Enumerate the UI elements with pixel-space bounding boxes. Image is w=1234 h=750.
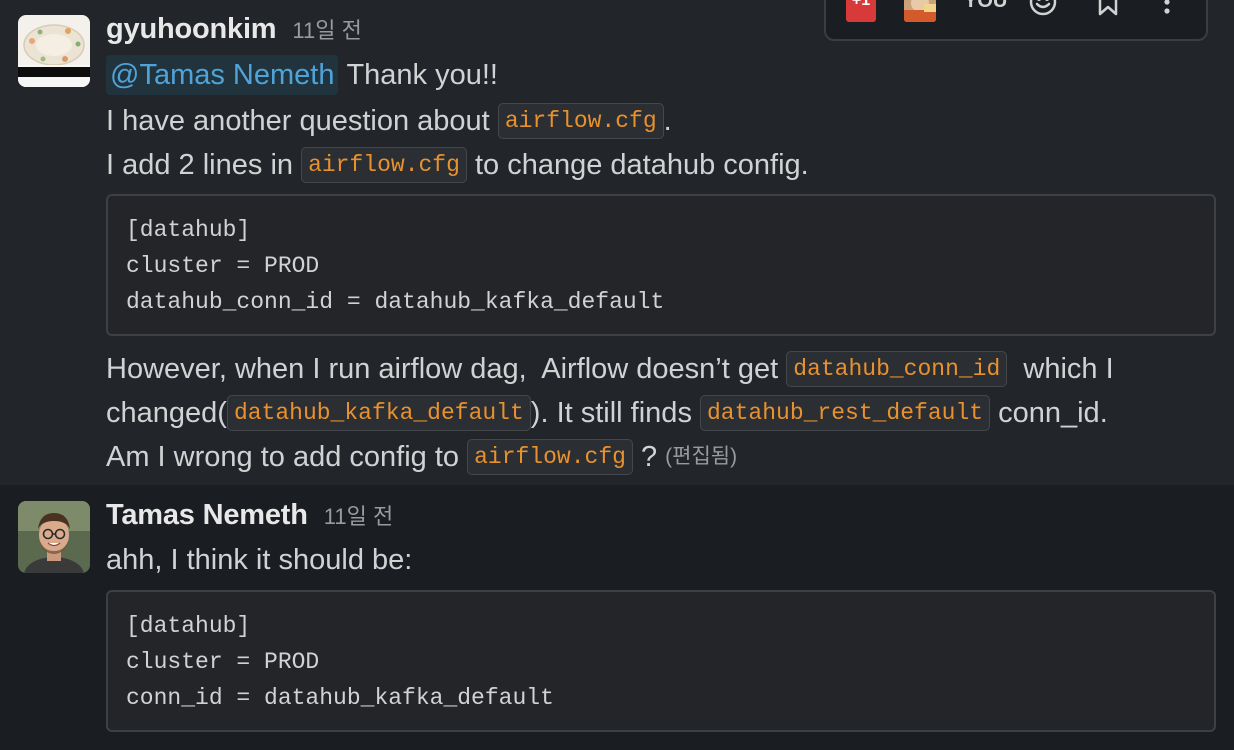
message-text: . xyxy=(663,105,672,137)
code-block: [datahub] cluster = PROD datahub_conn_id… xyxy=(106,194,1216,336)
message-text: I have another question about xyxy=(106,105,498,137)
user-mention[interactable]: @Tamas Nemeth xyxy=(106,55,339,95)
code-line: cluster = PROD xyxy=(126,649,320,675)
message-line: I have another question about airflow.cf… xyxy=(106,101,672,141)
inline-code: datahub_conn_id xyxy=(786,351,1008,387)
avatar[interactable] xyxy=(18,15,90,87)
message-text: ? xyxy=(632,441,666,473)
message-line: ahh, I think it should be: xyxy=(106,540,412,580)
plus-one-reaction[interactable]: +1 xyxy=(846,0,876,22)
code-line: [datahub] xyxy=(126,613,251,639)
message-line: I add 2 lines in airflow.cfg to change d… xyxy=(106,145,809,185)
inline-code: datahub_rest_default xyxy=(700,395,991,431)
message-text: ahh, I think it should be: xyxy=(106,544,413,576)
code-line: [datahub] xyxy=(126,217,251,243)
avatar[interactable] xyxy=(18,501,90,573)
bookmark-icon[interactable] xyxy=(1096,0,1120,18)
image-reaction[interactable] xyxy=(904,0,936,22)
message-text: ). It still finds xyxy=(530,397,700,429)
you-reaction[interactable]: YOU xyxy=(964,0,1007,18)
add-reaction-icon[interactable] xyxy=(1028,0,1058,18)
author-name[interactable]: gyuhoonkim xyxy=(106,13,277,46)
message-line: changed( datahub_kafka_default ). It sti… xyxy=(106,393,1108,433)
message-text: Thank you!! xyxy=(346,59,498,91)
message-text: However, when I run airflow dag, Airflow… xyxy=(106,353,787,385)
message-header: Tamas Nemeth 11일 전 xyxy=(106,499,393,532)
message-text: Am I wrong to add config to xyxy=(106,441,468,473)
slack-thread: gyuhoonkim 11일 전 +1 YOU @Tamas Nemeth Th… xyxy=(0,0,1234,750)
message-actions-toolbar: +1 YOU xyxy=(824,0,1208,41)
message-text: which I xyxy=(1007,353,1114,385)
message-line: However, when I run airflow dag, Airflow… xyxy=(106,349,1114,389)
message-text: conn_id. xyxy=(990,397,1108,429)
message-text: I add 2 lines in xyxy=(106,149,302,181)
message-gyuhoonkim[interactable]: gyuhoonkim 11일 전 +1 YOU @Tamas Nemeth Th… xyxy=(0,0,1234,485)
message-line: @Tamas Nemeth Thank you!! xyxy=(106,55,498,95)
code-line: cluster = PROD xyxy=(126,253,320,279)
timestamp[interactable]: 11일 전 xyxy=(324,499,393,531)
more-actions-icon[interactable] xyxy=(1160,0,1174,18)
inline-code: airflow.cfg xyxy=(497,103,664,139)
timestamp[interactable]: 11일 전 xyxy=(292,13,361,45)
code-line: conn_id = datahub_kafka_default xyxy=(126,685,554,711)
message-text: changed( xyxy=(106,397,227,429)
plus-one-label: +1 xyxy=(851,0,871,9)
message-line: Am I wrong to add config to airflow.cfg … xyxy=(106,437,737,477)
inline-code: airflow.cfg xyxy=(301,147,467,183)
you-label: YOU xyxy=(964,0,1008,12)
inline-code: datahub_kafka_default xyxy=(226,395,531,431)
author-name[interactable]: Tamas Nemeth xyxy=(106,499,308,532)
inline-code: airflow.cfg xyxy=(467,439,633,475)
message-tamas-nemeth[interactable]: Tamas Nemeth 11일 전 ahh, I think it shoul… xyxy=(0,485,1234,750)
code-block: [datahub] cluster = PROD conn_id = datah… xyxy=(106,590,1216,732)
edited-label: (편집됨) xyxy=(665,445,738,468)
message-text: to change datahub config. xyxy=(466,149,809,181)
message-header: gyuhoonkim 11일 전 xyxy=(106,13,362,46)
code-line: datahub_conn_id = datahub_kafka_default xyxy=(126,289,665,315)
